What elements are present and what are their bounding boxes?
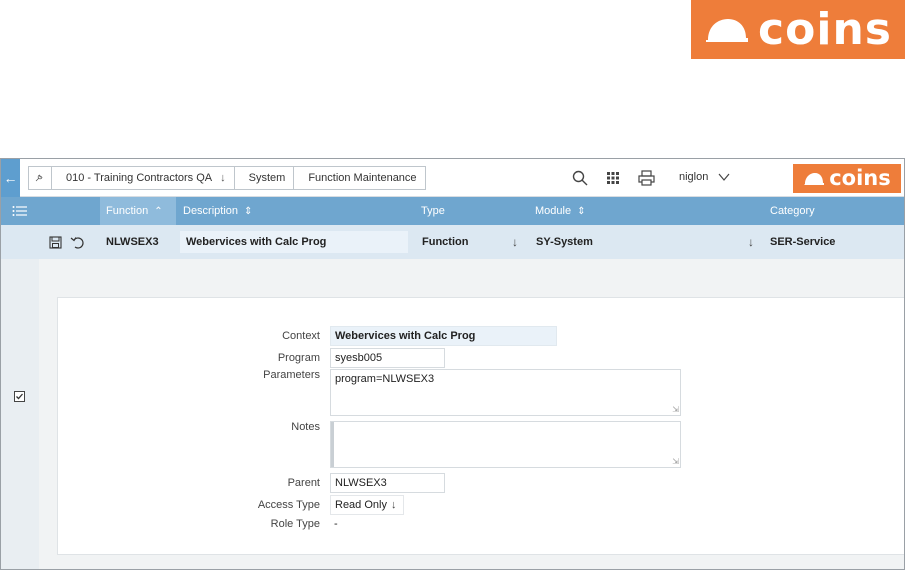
undo-icon[interactable] <box>70 236 85 249</box>
breadcrumb-function-maintenance[interactable]: Function Maintenance <box>293 166 426 190</box>
arrow-down-icon: ↓ <box>748 235 754 249</box>
app-window: ← 010 - Training Contractors QA ↓ System… <box>0 158 905 570</box>
toolbar: 010 - Training Contractors QA ↓ System F… <box>20 159 904 197</box>
apps-grid-icon[interactable] <box>606 171 620 185</box>
cell-category: SER-Service <box>770 236 836 248</box>
role-type-label: Role Type <box>270 518 320 530</box>
parent-input[interactable]: NLWSEX3 <box>330 473 445 493</box>
user-menu[interactable]: niglon <box>679 171 730 183</box>
back-button[interactable]: ← <box>1 159 20 197</box>
breadcrumb: 010 - Training Contractors QA ↓ System F… <box>28 166 426 190</box>
sort-both-icon: ⇕ <box>577 205 586 217</box>
cell-type[interactable]: Function ↓ <box>416 231 524 253</box>
program-input[interactable]: syesb005 <box>330 348 445 368</box>
hardhat-icon <box>804 172 825 185</box>
cell-description[interactable]: Webervices with Calc Prog <box>180 231 408 253</box>
notes-textarea[interactable]: ⇲ <box>330 421 681 468</box>
column-header-description[interactable]: Description ⇕ <box>177 197 413 225</box>
cell-function: NLWSEX3 <box>106 236 159 248</box>
tools-button[interactable] <box>28 166 52 190</box>
context-label: Context <box>282 330 320 342</box>
resize-handle-icon[interactable]: ⇲ <box>672 405 679 414</box>
wrench-icon <box>35 174 43 182</box>
arrow-down-icon: ↓ <box>390 499 397 511</box>
breadcrumb-company[interactable]: 010 - Training Contractors QA ↓ <box>51 166 235 190</box>
sort-both-icon: ⇕ <box>244 205 253 217</box>
parent-label: Parent <box>287 477 320 489</box>
resize-handle-icon[interactable]: ⇲ <box>672 457 679 466</box>
grid-menu-button[interactable] <box>1 197 39 225</box>
program-label: Program <box>277 352 320 364</box>
tool-icons <box>572 166 655 190</box>
detail-panel: Context Webervices with Calc Prog Progra… <box>57 297 904 555</box>
save-icon[interactable] <box>49 235 62 249</box>
search-icon[interactable] <box>572 170 588 186</box>
row-selector-strip <box>1 259 39 569</box>
checkbox-checked-icon[interactable] <box>14 391 25 402</box>
notes-label: Notes <box>291 421 320 433</box>
hardhat-icon <box>706 18 749 42</box>
column-header-module[interactable]: Module ⇕ <box>529 197 761 225</box>
grid-header: Function ⌃ Description ⇕ Type Module ⇕ C… <box>1 197 904 225</box>
arrow-down-icon: ↓ <box>512 235 518 249</box>
access-type-select[interactable]: Read Only ↓ <box>330 495 404 515</box>
arrow-left-icon: ← <box>3 170 18 186</box>
column-header-category[interactable]: Category <box>764 197 904 225</box>
parameters-textarea[interactable]: program=NLWSEX3 ⇲ <box>330 369 681 416</box>
access-type-label: Access Type <box>257 499 320 511</box>
breadcrumb-system[interactable]: System <box>233 166 295 190</box>
row-actions <box>43 231 97 253</box>
arrow-down-icon: ↓ <box>220 172 226 184</box>
chevron-down-icon <box>718 173 730 181</box>
user-name: niglon <box>679 171 709 183</box>
brand-wordmark-small: coins <box>829 166 891 190</box>
column-header-type[interactable]: Type <box>415 197 525 225</box>
detail-area: Context Webervices with Calc Prog Progra… <box>39 259 904 569</box>
role-type-value: - <box>334 518 338 530</box>
sort-asc-icon: ⌃ <box>154 205 163 217</box>
coins-logo: coins <box>691 0 905 59</box>
table-row[interactable]: NLWSEX3 Webervices with Calc Prog Functi… <box>1 225 904 259</box>
list-icon <box>12 206 27 216</box>
parameters-label: Parameters <box>263 369 320 381</box>
print-icon[interactable] <box>638 170 655 186</box>
column-header-function[interactable]: Function ⌃ <box>100 197 176 225</box>
coins-logo-small: coins <box>793 164 901 193</box>
context-field: Webervices with Calc Prog <box>330 326 557 346</box>
cell-module[interactable]: SY-System ↓ <box>530 231 760 253</box>
notes-focus-bar <box>331 422 334 467</box>
brand-wordmark: coins <box>758 3 892 55</box>
